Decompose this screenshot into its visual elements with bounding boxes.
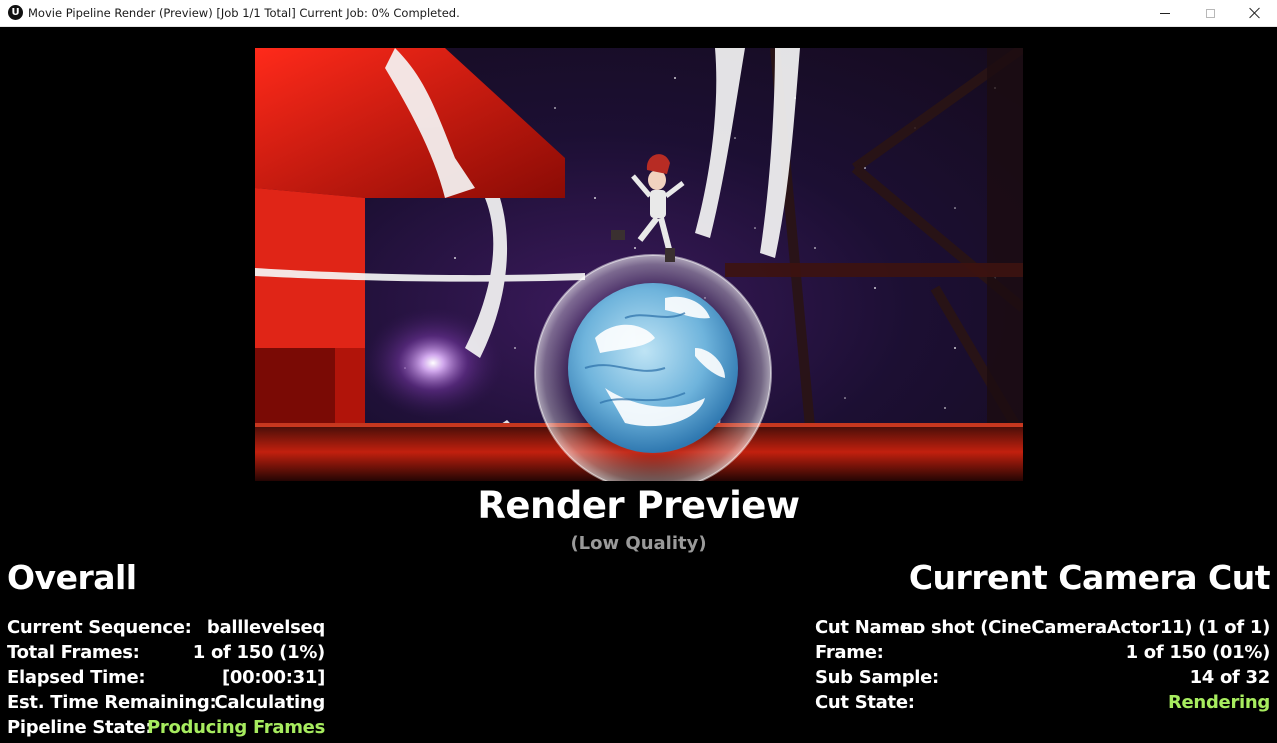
row-label: Cut State: (815, 692, 915, 713)
row-label: Elapsed Time: (7, 667, 146, 688)
render-preview-title: Render Preview (477, 484, 800, 527)
camera-cut-heading: Current Camera Cut (908, 558, 1271, 597)
row-value: 1 of 150 (01%) (1125, 642, 1271, 663)
maximize-button[interactable] (1187, 0, 1233, 26)
row-value: 1 of 150 (1%) (192, 642, 326, 663)
row-value: [00:00:31] (222, 667, 325, 688)
row-label: Total Frames: (7, 642, 140, 663)
row-label: Current Sequence: (7, 617, 192, 638)
window-title: Movie Pipeline Render (Preview) [Job 1/1… (28, 6, 460, 20)
overall-heading: Overall (7, 558, 137, 597)
title-bar[interactable]: U Movie Pipeline Render (Preview) [Job 1… (0, 0, 1277, 27)
row-label: Est. Time Remaining: (7, 692, 217, 713)
total-frames-row: Total Frames: 1 of 150 (1%) (7, 640, 325, 665)
row-value: no shot (CineCameraActor11) (1 of 1) (900, 617, 1270, 638)
time-remaining-row: Est. Time Remaining: Calculating (7, 690, 325, 715)
sub-sample-row: Sub Sample: 14 of 32 (815, 665, 1270, 690)
movie-pipeline-render-window: U Movie Pipeline Render (Preview) [Job 1… (0, 0, 1277, 743)
close-icon (1249, 7, 1261, 19)
cut-state-status: Rendering (1167, 692, 1270, 713)
row-label: Sub Sample: (815, 667, 939, 688)
minimize-button[interactable] (1142, 0, 1188, 26)
elapsed-time-row: Elapsed Time: [00:00:31] (7, 665, 325, 690)
row-label: Pipeline State: (7, 717, 153, 738)
cut-state-row: Cut State: Rendering (815, 690, 1270, 715)
cut-name-row: Cut Name: no shot (CineCameraActor11) (1… (815, 615, 1270, 640)
row-value: balllevelseq (206, 617, 325, 638)
pipeline-state-row: Pipeline State: Producing Frames (7, 715, 325, 740)
frame-row: Frame: 1 of 150 (01%) (815, 640, 1270, 665)
current-sequence-row: Current Sequence: balllevelseq (7, 615, 325, 640)
close-button[interactable] (1232, 0, 1277, 26)
unreal-engine-icon: U (8, 5, 23, 20)
render-preview-image (255, 48, 1023, 481)
row-label: Frame: (815, 642, 884, 663)
maximize-icon (1205, 8, 1215, 18)
render-preview-subtitle: (Low Quality) (570, 533, 707, 554)
pipeline-state-status: Producing Frames (147, 717, 325, 738)
row-value: Calculating (214, 692, 325, 713)
minimize-icon (1160, 12, 1170, 14)
row-value: 14 of 32 (1189, 667, 1271, 688)
